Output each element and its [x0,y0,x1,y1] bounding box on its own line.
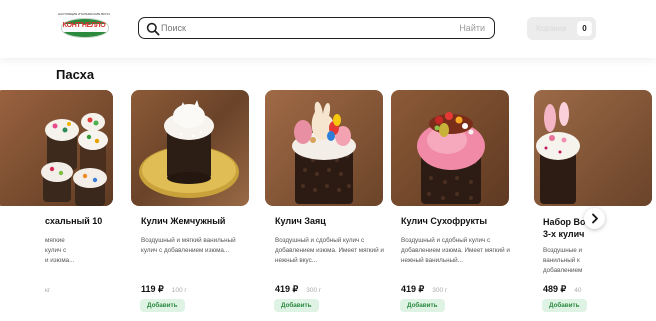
logo-tagline: НАСТОЯЩИЕ ИТАЛЬЯНСКИЕ ВКУСНОСТИ [58,13,110,16]
product-weight: 300 г [306,287,322,294]
product-price-row: 119 ₽ 100 г [141,284,187,295]
product-price: 419 ₽ [275,284,299,294]
product-image [0,90,113,206]
product-image [391,90,509,206]
product-price-row: кг [45,284,50,294]
product-price: 419 ₽ [401,284,425,294]
product-price: 119 ₽ [141,284,164,294]
search-bar: Найти [138,17,495,39]
product-card[interactable]: схальный 10 мягкие кулич с и изюма... кг [0,90,113,294]
product-price-row: 419 ₽ 300 г [275,284,321,295]
product-weight: 100 г [171,287,187,294]
chevron-right-icon [592,213,598,224]
product-price-row: 419 ₽ 300 г [401,284,447,295]
product-description: Воздушный и сдобный кулич с добавлением … [275,237,384,264]
logo-wordmark: КОНТ'НЕЛЛО [62,22,106,29]
product-description: Воздушные и ванильный к добавлением [543,247,583,274]
search-input[interactable] [161,20,441,36]
product-card[interactable]: Набор Во 3-х кулич Воздушные и ванильный… [534,90,652,312]
search-submit-button[interactable]: Найти [459,23,485,33]
product-description: мягкие кулич с и изюма... [45,237,75,264]
product-weight: 300 г [432,287,448,294]
product-name: Кулич Заяц [275,216,326,226]
brand-logo[interactable]: НАСТОЯЩИЕ ИТАЛЬЯНСКИЕ ВКУСНОСТИ КОНТ'НЕЛ… [58,13,110,43]
section-title: Пасха [56,67,95,82]
product-price: 489 ₽ [543,284,567,294]
header: НАСТОЯЩИЕ ИТАЛЬЯНСКИЕ ВКУСНОСТИ КОНТ'НЕЛ… [0,0,656,58]
product-price-row: 489 ₽ 40 [543,284,581,295]
product-name: Кулич Жемчужный [141,216,226,226]
product-weight: 40 [574,287,582,294]
product-carousel: схальный 10 мягкие кулич с и изюма... кг [0,90,656,321]
add-to-cart-button[interactable]: Добавить [274,299,319,312]
product-weight: кг [45,287,51,294]
cart-count-badge: 0 [577,21,592,36]
product-card[interactable]: Кулич Заяц Воздушный и сдобный кулич с д… [265,90,384,312]
product-name: Кулич Сухофрукты [401,216,488,226]
add-to-cart-button[interactable]: Добавить [542,299,587,312]
product-description: Воздушный и сдобный кулич с добавлением … [401,237,510,264]
carousel-next-button[interactable] [584,208,605,229]
cart-button[interactable]: Корзина 0 [527,17,596,40]
product-name: схальный 10 [45,216,103,226]
add-to-cart-button[interactable]: Добавить [400,299,445,312]
add-to-cart-button[interactable]: Добавить [140,299,185,312]
product-image [265,90,383,206]
product-card[interactable]: Кулич Жемчужный Воздушный и мягкий ванил… [131,90,249,312]
cart-label: Корзина [536,24,567,33]
product-image [131,90,249,206]
product-description: Воздушный и мягкий ванильный кулич с доб… [141,237,236,254]
search-icon [146,22,160,36]
product-card[interactable]: Кулич Сухофрукты Воздушный и сдобный кул… [391,90,510,312]
product-image [534,90,652,206]
